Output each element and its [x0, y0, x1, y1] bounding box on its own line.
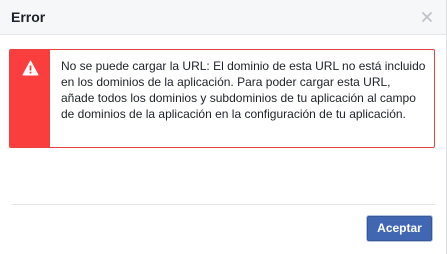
alert-message: No se puede cargar la URL: El dominio de…	[61, 59, 426, 121]
error-dialog: Error No se puede cargar la URL: El domi…	[0, 0, 447, 254]
warning-icon	[22, 60, 39, 76]
alert-stripe	[10, 50, 50, 147]
footer-divider	[11, 204, 435, 205]
accept-button[interactable]: Aceptar	[367, 216, 432, 241]
dialog-header: Error	[0, 0, 446, 35]
dialog-title: Error	[11, 9, 46, 25]
close-icon[interactable]	[419, 9, 435, 25]
error-alert: No se puede cargar la URL: El dominio de…	[9, 49, 435, 148]
